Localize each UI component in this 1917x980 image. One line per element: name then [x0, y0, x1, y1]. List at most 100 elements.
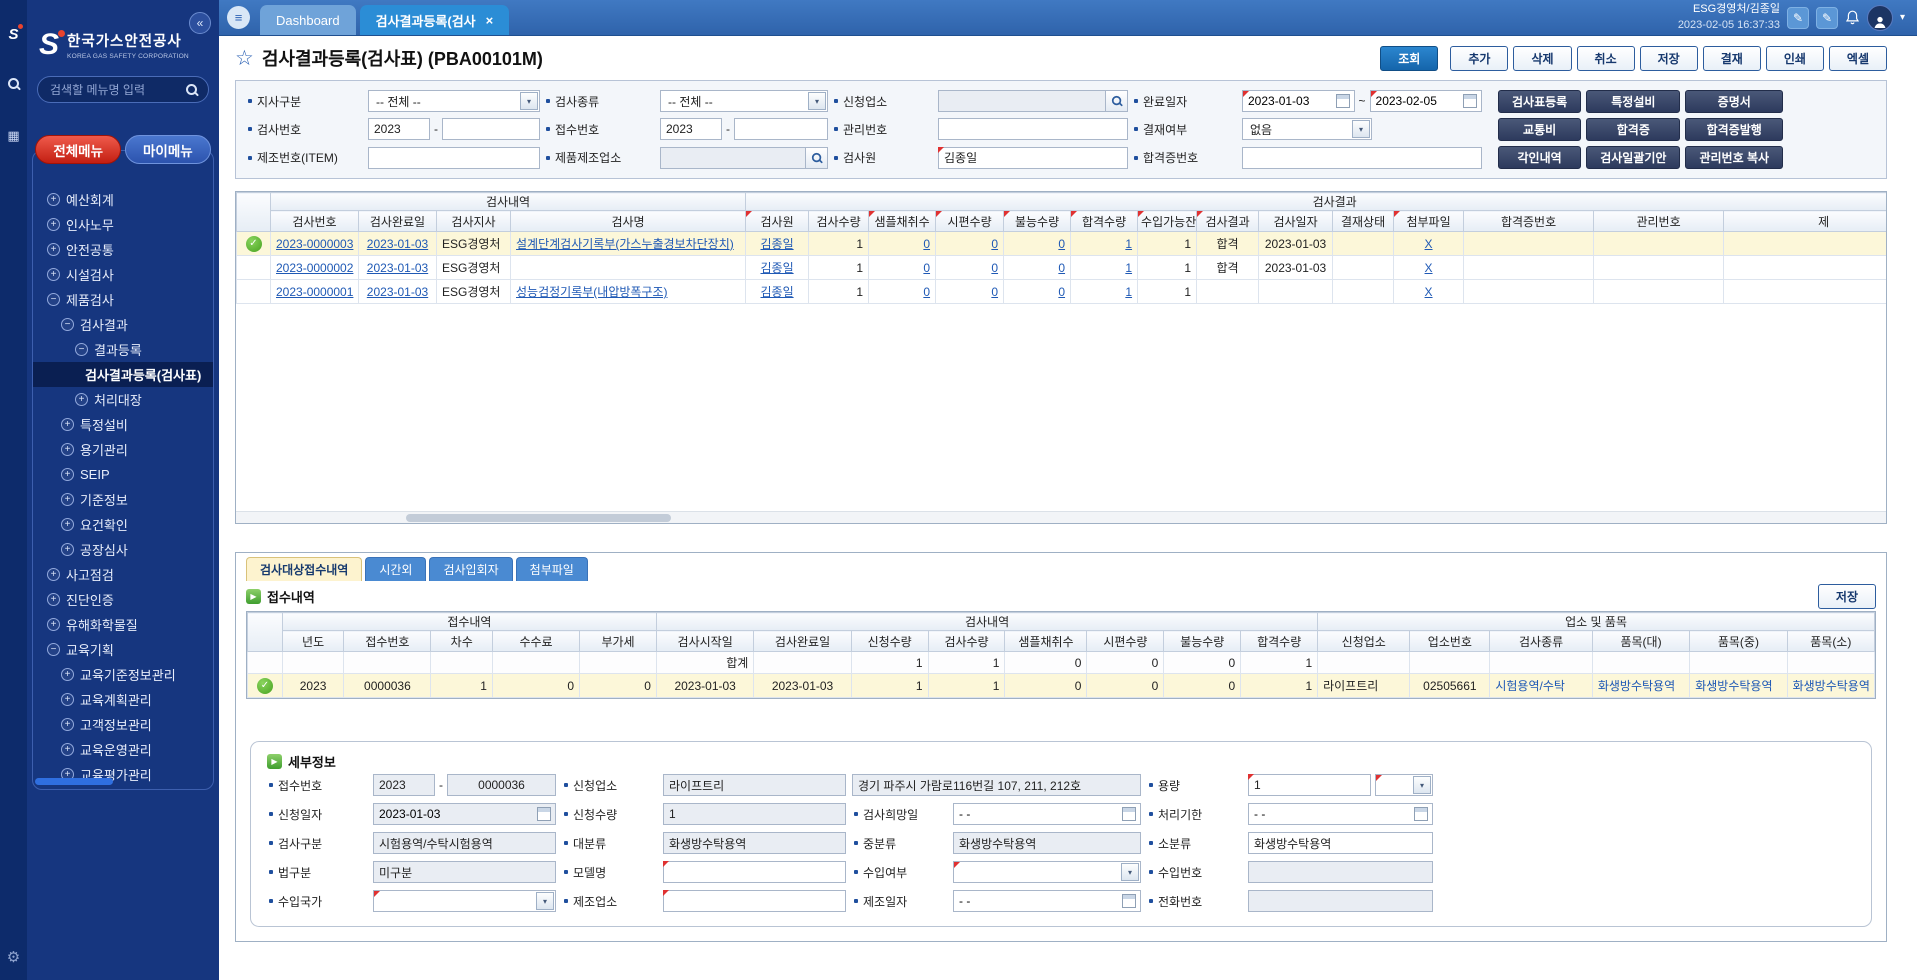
apps-grid-icon[interactable]: ▦ — [7, 128, 19, 144]
cell-link[interactable]: 2023-01-03 — [367, 261, 428, 275]
make-date-field[interactable] — [953, 890, 1141, 912]
cell-link[interactable]: 0 — [991, 285, 998, 299]
cell-link[interactable]: X — [1425, 261, 1433, 275]
approve-button[interactable]: 결재 — [1703, 46, 1761, 71]
column-header[interactable]: 불능수량 — [1164, 631, 1241, 652]
cert-no-input[interactable] — [1242, 147, 1482, 169]
cancel-button[interactable]: 취소 — [1577, 46, 1635, 71]
column-header[interactable]: 제 — [1724, 211, 1886, 232]
cell-link[interactable]: 1 — [1125, 237, 1132, 251]
all-menu-tab[interactable]: 전체메뉴 — [35, 135, 121, 164]
table-row[interactable]: ✓202300000361002023-01-032023-01-0311000… — [248, 674, 1875, 698]
tree-plus-icon[interactable]: + — [47, 193, 60, 206]
receipt-no-year-input[interactable] — [660, 118, 722, 140]
column-header[interactable]: 품목(소) — [1787, 631, 1874, 652]
tree-minus-icon[interactable]: − — [75, 343, 88, 356]
column-header[interactable]: 불능수량 — [1004, 211, 1071, 232]
tree-plus-icon[interactable]: + — [47, 243, 60, 256]
column-header[interactable]: 신청수량 — [851, 631, 928, 652]
detail-tab[interactable]: 검사입회자 — [429, 557, 512, 581]
column-header[interactable]: 샘플채취수 — [869, 211, 936, 232]
workspace-tab[interactable]: 검사결과등록(검사× — [360, 5, 510, 35]
form-tool-button[interactable]: 검사표등록 — [1498, 90, 1581, 113]
sidebar-horizontal-scrollbar[interactable] — [35, 778, 211, 787]
column-header[interactable]: 첨부파일 — [1394, 211, 1464, 232]
tree-minus-icon[interactable]: − — [61, 318, 74, 331]
sidebar-item[interactable]: −교육기획 — [33, 637, 213, 662]
sidebar-item[interactable]: −제품검사 — [33, 287, 213, 312]
cell-link[interactable]: 성능검정기록부(내압방폭구조) — [516, 285, 668, 299]
form-tool-button[interactable]: 합격증발행 — [1685, 118, 1783, 141]
cell-link[interactable]: 2023-01-03 — [367, 285, 428, 299]
column-header[interactable]: 관리번호 — [1594, 211, 1724, 232]
tree-plus-icon[interactable]: + — [61, 718, 74, 731]
column-header[interactable]: 차수 — [431, 631, 493, 652]
import-country-select[interactable]: ▾ — [373, 890, 556, 912]
save-button[interactable]: 저장 — [1640, 46, 1698, 71]
cell-link[interactable]: 1 — [1125, 261, 1132, 275]
detail-tab[interactable]: 검사대상접수내역 — [246, 557, 362, 581]
column-header[interactable]: 검사지사 — [437, 211, 511, 232]
capacity-input[interactable] — [1248, 774, 1371, 796]
sidebar-item[interactable]: +처리대장 — [33, 387, 213, 412]
column-header[interactable]: 시편수량 — [1087, 631, 1164, 652]
tree-plus-icon[interactable]: + — [47, 618, 60, 631]
tree-plus-icon[interactable]: + — [47, 268, 60, 281]
tree-plus-icon[interactable]: + — [61, 518, 74, 531]
tree-plus-icon[interactable]: + — [61, 443, 74, 456]
column-header[interactable]: 검사수량 — [928, 631, 1005, 652]
cell-link[interactable]: X — [1425, 285, 1433, 299]
excel-button[interactable]: 엑셀 — [1829, 46, 1887, 71]
sidebar-item[interactable]: −결과등록 — [33, 337, 213, 362]
tree-minus-icon[interactable]: − — [47, 293, 60, 306]
sidebar-item[interactable]: +용기관리 — [33, 437, 213, 462]
tree-plus-icon[interactable]: + — [47, 593, 60, 606]
menu-search-input[interactable] — [50, 83, 185, 97]
column-header[interactable]: 검사수량 — [809, 211, 869, 232]
detail-tab[interactable]: 시간외 — [365, 557, 426, 581]
sidebar-item[interactable]: 검사결과등록(검사표) — [33, 362, 213, 387]
column-header[interactable]: 합격수량 — [1071, 211, 1138, 232]
column-header[interactable]: 시편수량 — [936, 211, 1004, 232]
tree-plus-icon[interactable]: + — [61, 543, 74, 556]
inspection-no-year-input[interactable] — [368, 118, 430, 140]
form-tool-button[interactable]: 교통비 — [1498, 118, 1581, 141]
column-header[interactable]: 검사일자 — [1259, 211, 1333, 232]
cell-link[interactable]: 0 — [1058, 237, 1065, 251]
sidebar-item[interactable]: +고객정보관리 — [33, 712, 213, 737]
column-header[interactable]: 검사원 — [746, 211, 809, 232]
sidebar-item[interactable]: +안전공통 — [33, 237, 213, 262]
calendar-icon[interactable] — [1414, 807, 1428, 821]
item-no-input[interactable] — [368, 147, 540, 169]
date-input[interactable] — [1249, 804, 1414, 824]
complete-date-from[interactable] — [1242, 90, 1355, 112]
sidebar-item[interactable]: +시설검사 — [33, 262, 213, 287]
cell-link[interactable]: 0 — [1058, 285, 1065, 299]
cell-link[interactable]: 2023-0000003 — [276, 237, 353, 251]
column-header[interactable]: 부가세 — [580, 631, 657, 652]
close-icon[interactable]: × — [486, 13, 494, 28]
complete-date-to[interactable] — [1370, 90, 1483, 112]
search-icon[interactable] — [185, 83, 199, 97]
favorite-star-icon[interactable]: ☆ — [235, 46, 254, 71]
sidebar-item[interactable]: +공장심사 — [33, 537, 213, 562]
cell-link[interactable]: 0 — [991, 261, 998, 275]
sidebar-item[interactable]: +사고점검 — [33, 562, 213, 587]
date-input[interactable] — [954, 891, 1122, 911]
table-row[interactable]: 2023-00000022023-01-03ESG경영처김종일100011합격2… — [237, 256, 1887, 280]
inspector-input[interactable] — [938, 147, 1128, 169]
column-header[interactable]: 접수번호 — [344, 631, 431, 652]
edit-icon[interactable]: ✎ — [1816, 7, 1838, 29]
cell-link[interactable]: X — [1425, 237, 1433, 251]
receipt-no-serial-input[interactable] — [734, 118, 828, 140]
sidebar-item[interactable]: −검사결과 — [33, 312, 213, 337]
cell-link[interactable]: 김종일 — [760, 261, 793, 275]
query-button[interactable]: 조회 — [1380, 46, 1438, 71]
sidebar-item[interactable]: +인사노무 — [33, 212, 213, 237]
tree-plus-icon[interactable]: + — [47, 218, 60, 231]
column-header[interactable]: 품목(대) — [1592, 631, 1689, 652]
gear-icon[interactable]: ⚙ — [7, 948, 20, 966]
sidebar-item[interactable]: +유해화학물질 — [33, 612, 213, 637]
inspection-no-serial-input[interactable] — [442, 118, 540, 140]
form-tool-button[interactable]: 합격증 — [1586, 118, 1680, 141]
